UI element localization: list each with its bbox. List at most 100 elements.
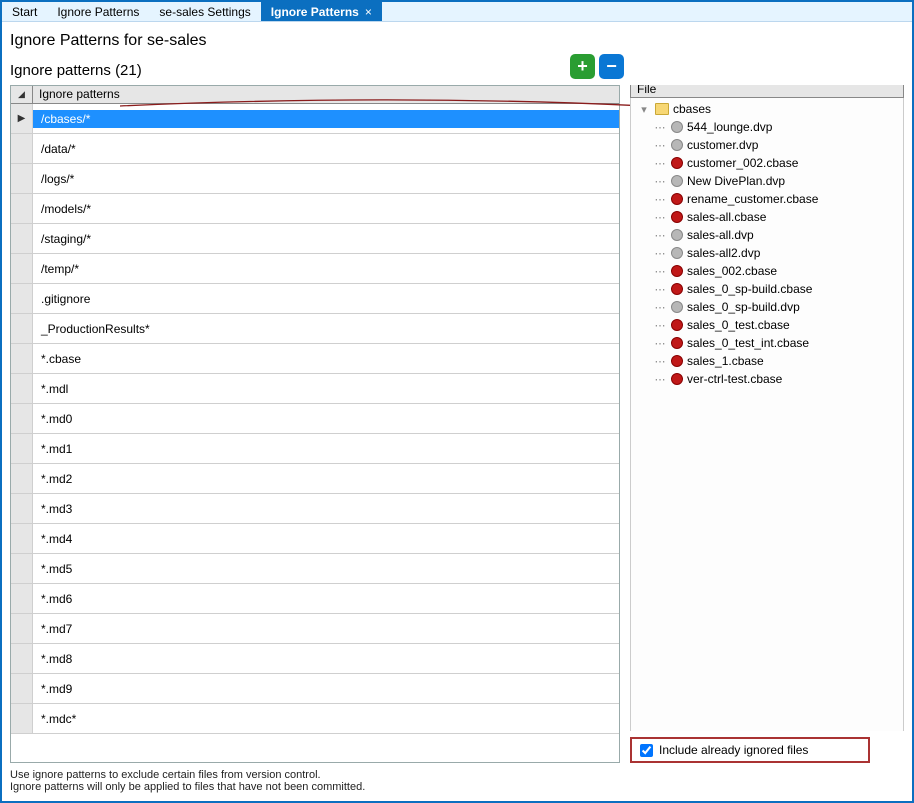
row-gutter	[11, 404, 33, 433]
pattern-row[interactable]: *.md9	[11, 674, 619, 704]
pattern-row[interactable]: *.cbase	[11, 344, 619, 374]
pattern-cell[interactable]: *.md8	[33, 650, 619, 668]
tree-elbow-icon: ⋯	[653, 157, 667, 170]
pattern-row[interactable]: *.mdl	[11, 374, 619, 404]
tab-2[interactable]: se-sales Settings	[149, 2, 260, 21]
tree-item-label: sales-all2.dvp	[687, 246, 760, 260]
pattern-row[interactable]: /logs/*	[11, 164, 619, 194]
pattern-row[interactable]: *.mdc*	[11, 704, 619, 734]
pattern-cell[interactable]: /cbases/*	[33, 110, 619, 128]
cbase-icon	[671, 283, 683, 295]
tree-root[interactable]: ▾cbases	[637, 100, 899, 118]
tree-elbow-icon: ⋯	[653, 373, 667, 386]
row-gutter	[11, 674, 33, 703]
tree-item[interactable]: ⋯544_lounge.dvp	[653, 118, 899, 136]
pattern-cell[interactable]: /staging/*	[33, 230, 619, 248]
tree-item[interactable]: ⋯sales_002.cbase	[653, 262, 899, 280]
pattern-cell[interactable]: /temp/*	[33, 260, 619, 278]
tree-item-label: sales_1.cbase	[687, 354, 764, 368]
pattern-row[interactable]: *.md5	[11, 554, 619, 584]
tree-item[interactable]: ⋯rename_customer.cbase	[653, 190, 899, 208]
tree-item-label: sales-all.dvp	[687, 228, 754, 242]
tools-row: Ignore patterns (21) + −	[10, 54, 904, 79]
row-gutter	[11, 194, 33, 223]
tree-item[interactable]: ⋯ sales_1.cbase	[653, 352, 899, 370]
pattern-row[interactable]: *.md1	[11, 434, 619, 464]
pattern-row[interactable]: /staging/*	[11, 224, 619, 254]
include-ignored-checkbox[interactable]	[640, 744, 653, 757]
pattern-row[interactable]: *.md6	[11, 584, 619, 614]
pattern-row[interactable]: .gitignore	[11, 284, 619, 314]
tree-elbow-icon: ⋯	[653, 355, 667, 368]
add-pattern-button[interactable]: +	[570, 54, 595, 79]
tree-elbow-icon: ⋯	[653, 175, 667, 188]
row-gutter	[11, 374, 33, 403]
tree-elbow-icon: ⋯	[653, 229, 667, 242]
pattern-row[interactable]: *.md8	[11, 644, 619, 674]
row-gutter	[11, 134, 33, 163]
close-tab-icon[interactable]: ×	[365, 5, 372, 19]
pattern-cell[interactable]: *.md2	[33, 470, 619, 488]
tree-item[interactable]: ⋯sales-all.cbase	[653, 208, 899, 226]
pattern-cell[interactable]: *.md0	[33, 410, 619, 428]
pattern-cell[interactable]: /data/*	[33, 140, 619, 158]
pattern-cell[interactable]: *.md3	[33, 500, 619, 518]
pattern-cell[interactable]: *.mdc*	[33, 710, 619, 728]
row-gutter	[11, 464, 33, 493]
pattern-row[interactable]: /data/*	[11, 134, 619, 164]
pattern-row[interactable]: _ProductionResults*	[11, 314, 619, 344]
tree-elbow-icon: ⋯	[653, 337, 667, 350]
tree-item[interactable]: ⋯customer_002.cbase	[653, 154, 899, 172]
count-label: Ignore patterns (21)	[10, 62, 142, 79]
pattern-cell[interactable]: /models/*	[33, 200, 619, 218]
tab-1[interactable]: Ignore Patterns	[47, 2, 149, 21]
include-ignored-box[interactable]: Include already ignored files	[630, 737, 870, 763]
tree-item[interactable]: ⋯sales_0_sp-build.cbase	[653, 280, 899, 298]
pattern-cell[interactable]: *.md4	[33, 530, 619, 548]
patterns-grid-header: ◢ Ignore patterns	[11, 86, 619, 104]
grid-corner[interactable]: ◢	[11, 86, 33, 103]
tab-3[interactable]: Ignore Patterns×	[261, 2, 382, 21]
tree-item[interactable]: ⋯sales_0_sp-build.dvp	[653, 298, 899, 316]
pattern-row[interactable]: *.md3	[11, 494, 619, 524]
pattern-cell[interactable]: *.md9	[33, 680, 619, 698]
pattern-cell[interactable]: _ProductionResults*	[33, 320, 619, 338]
pattern-cell[interactable]: *.md1	[33, 440, 619, 458]
pattern-cell[interactable]: *.md5	[33, 560, 619, 578]
pattern-row[interactable]: /models/*	[11, 194, 619, 224]
patterns-grid-body: ▶/cbases/* /data/* /logs/* /models/* /stagin…	[11, 104, 619, 762]
pattern-row[interactable]: *.md2	[11, 464, 619, 494]
tab-0[interactable]: Start	[2, 2, 47, 21]
row-gutter	[11, 434, 33, 463]
cbase-icon	[671, 319, 683, 331]
file-column-header[interactable]: File	[630, 85, 904, 98]
tree-item[interactable]: ⋯New DivePlan.dvp	[653, 172, 899, 190]
expand-icon[interactable]: ▾	[637, 103, 651, 116]
row-gutter	[11, 164, 33, 193]
cbase-icon	[671, 211, 683, 223]
pattern-cell[interactable]: *.mdl	[33, 380, 619, 398]
pattern-cell[interactable]: *.md6	[33, 590, 619, 608]
tree-item[interactable]: ⋯sales_0_test_int.cbase	[653, 334, 899, 352]
pattern-row[interactable]: *.md0	[11, 404, 619, 434]
pattern-cell[interactable]: *.md7	[33, 620, 619, 638]
pattern-cell[interactable]: *.cbase	[33, 350, 619, 368]
patterns-column-header[interactable]: Ignore patterns	[33, 86, 619, 103]
pattern-row[interactable]: *.md4	[11, 524, 619, 554]
tree-item-label: customer.dvp	[687, 138, 758, 152]
remove-pattern-button[interactable]: −	[599, 54, 624, 79]
tree-item[interactable]: ⋯sales-all2.dvp	[653, 244, 899, 262]
cbase-icon	[671, 337, 683, 349]
pattern-row[interactable]: *.md7	[11, 614, 619, 644]
pattern-cell[interactable]: .gitignore	[33, 290, 619, 308]
pattern-cell[interactable]: /logs/*	[33, 170, 619, 188]
tree-item[interactable]: ⋯customer.dvp	[653, 136, 899, 154]
cbase-icon	[671, 355, 683, 367]
tree-item[interactable]: ⋯ver-ctrl-test.cbase	[653, 370, 899, 388]
pattern-row[interactable]: /temp/*	[11, 254, 619, 284]
tree-elbow-icon: ⋯	[653, 211, 667, 224]
tree-item[interactable]: ⋯sales_0_test.cbase	[653, 316, 899, 334]
pattern-row[interactable]: ▶/cbases/*	[11, 104, 619, 134]
tree-item[interactable]: ⋯ sales-all.dvp	[653, 226, 899, 244]
row-gutter	[11, 494, 33, 523]
